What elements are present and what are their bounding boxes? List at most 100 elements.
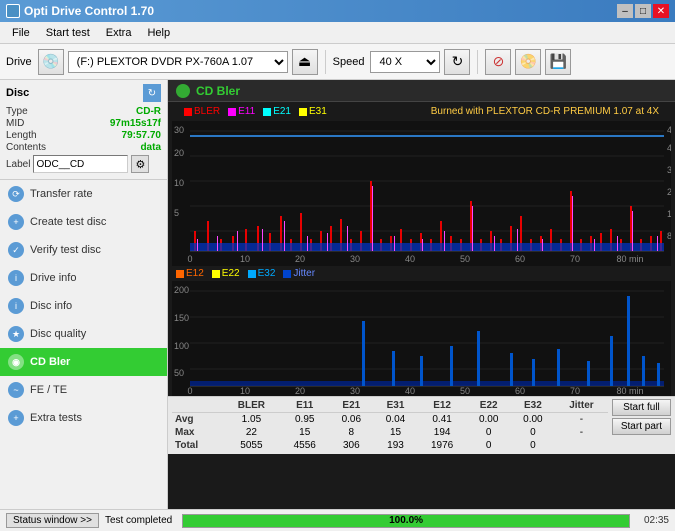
disc-label-input[interactable]	[33, 155, 128, 173]
stats-total-e21: 306	[329, 439, 373, 452]
top-legend-bar: BLER E11 E21 E31 Burned with PLEXTOR CD-…	[168, 102, 675, 121]
legend-e12-label: E12	[186, 268, 204, 279]
legend-e32-dot	[248, 270, 256, 278]
disc-label-settings[interactable]: ⚙	[131, 155, 149, 173]
svg-text:80 min: 80 min	[616, 386, 643, 396]
status-bar: Status window >> Test completed 100.0% 0…	[0, 509, 675, 531]
disc-refresh-icon[interactable]: ↻	[143, 84, 161, 102]
disc-quality-icon: ★	[8, 326, 24, 342]
legend-e31: E31	[299, 106, 327, 117]
verify-test-icon: ✓	[8, 242, 24, 258]
stats-actions: Start full Start part	[612, 399, 671, 452]
sidebar-item-fe-te[interactable]: ~ FE / TE	[0, 376, 167, 404]
title-bar: Opti Drive Control 1.70 – □ ✕	[0, 0, 675, 22]
status-window-button[interactable]: Status window >>	[6, 513, 99, 528]
menu-bar: File Start test Extra Help	[0, 22, 675, 44]
eject-button[interactable]: ⏏	[292, 49, 318, 75]
stats-max-e32: 0	[511, 426, 555, 439]
sidebar-item-create-test-label: Create test disc	[30, 216, 106, 228]
sidebar-item-verify-test-label: Verify test disc	[30, 244, 101, 256]
disc-label-key: Label	[6, 159, 30, 170]
menu-file[interactable]: File	[4, 25, 38, 41]
legend-bler-dot	[184, 108, 192, 116]
stats-total-e12: 1976	[418, 439, 467, 452]
svg-text:10: 10	[240, 254, 250, 264]
stats-col-e11: E11	[280, 399, 329, 413]
sidebar-item-transfer-rate[interactable]: ⟳ Transfer rate	[0, 180, 167, 208]
sidebar-item-disc-quality[interactable]: ★ Disc quality	[0, 320, 167, 348]
transfer-rate-icon: ⟳	[8, 186, 24, 202]
status-text: Test completed	[105, 515, 172, 526]
toolbar-sep-2	[477, 50, 478, 74]
svg-text:40: 40	[405, 386, 415, 396]
top-chart-wrapper: 48 X 40 X 32 X 24 X 16 X 8 X 30 20 10 5	[172, 121, 671, 266]
close-button[interactable]: ✕	[653, 4, 669, 18]
legend-e12-dot	[176, 270, 184, 278]
sidebar-item-create-test[interactable]: + Create test disc	[0, 208, 167, 236]
legend-bler-label: BLER	[194, 106, 220, 117]
sidebar-item-extra-tests[interactable]: + Extra tests	[0, 404, 167, 432]
svg-text:5: 5	[174, 208, 179, 218]
stats-max-bler: 22	[223, 426, 281, 439]
save-button[interactable]: 💾	[545, 49, 571, 75]
drive-info-icon: i	[8, 270, 24, 286]
maximize-button[interactable]: □	[635, 4, 651, 18]
disc-row-length: Length 79:57.70	[6, 130, 161, 141]
refresh-button[interactable]: ↻	[444, 49, 470, 75]
speed-select[interactable]: 40 X	[370, 51, 440, 73]
sidebar-item-cd-bler[interactable]: ◉ CD Bler	[0, 348, 167, 376]
legend-e12: E12	[176, 268, 204, 279]
disc-type-val: CD-R	[136, 106, 161, 117]
stats-col-e31: E31	[373, 399, 417, 413]
svg-text:10: 10	[240, 386, 250, 396]
sidebar-item-drive-info[interactable]: i Drive info	[0, 264, 167, 292]
toolbar: Drive 💿 (F:) PLEXTOR DVDR PX-760A 1.07 ⏏…	[0, 44, 675, 80]
stats-table: BLER E11 E21 E31 E12 E22 E32 Jitter Avg	[172, 399, 608, 452]
legend-e21-dot	[263, 108, 271, 116]
drive-select[interactable]: (F:) PLEXTOR DVDR PX-760A 1.07	[68, 51, 288, 73]
app-title: Opti Drive Control 1.70	[24, 4, 154, 18]
legend-bler: BLER	[184, 106, 220, 117]
stats-col-bler: BLER	[223, 399, 281, 413]
disc-mid-val: 97m15s17f	[110, 118, 161, 129]
sidebar-item-disc-info[interactable]: i Disc info	[0, 292, 167, 320]
svg-text:16 X: 16 X	[667, 209, 671, 219]
stats-total-e31: 193	[373, 439, 417, 452]
legend-e21: E21	[263, 106, 291, 117]
stats-col-jitter: Jitter	[555, 399, 608, 413]
disc-mid-key: MID	[6, 118, 24, 129]
progress-text: 100.0%	[183, 515, 629, 527]
main-area: Disc ↻ Type CD-R MID 97m15s17f Length 79…	[0, 80, 675, 509]
erase-button[interactable]: ⊘	[485, 49, 511, 75]
stats-row-avg: Avg 1.05 0.95 0.06 0.04 0.41 0.00 0.00 -	[172, 413, 608, 427]
legend-e11: E11	[228, 106, 255, 117]
sidebar-item-extra-tests-label: Extra tests	[30, 412, 82, 424]
legend-e22: E22	[212, 268, 240, 279]
disc-type-key: Type	[6, 106, 28, 117]
create-test-icon: +	[8, 214, 24, 230]
disc-length-val: 79:57.70	[122, 130, 161, 141]
svg-text:8 X: 8 X	[667, 231, 671, 241]
start-full-button[interactable]: Start full	[612, 399, 671, 416]
sidebar-item-cd-bler-label: CD Bler	[30, 356, 70, 368]
svg-text:48 X: 48 X	[667, 125, 671, 135]
svg-text:20: 20	[295, 254, 305, 264]
disc-info-button[interactable]: 📀	[515, 49, 541, 75]
stats-avg-bler: 1.05	[223, 413, 281, 427]
stats-col-empty	[172, 399, 223, 413]
svg-text:24 X: 24 X	[667, 187, 671, 197]
menu-extra[interactable]: Extra	[98, 25, 140, 41]
minimize-button[interactable]: –	[617, 4, 633, 18]
svg-text:50: 50	[460, 254, 470, 264]
sidebar-item-fe-te-label: FE / TE	[30, 384, 67, 396]
menu-start-test[interactable]: Start test	[38, 25, 98, 41]
disc-length-key: Length	[6, 130, 37, 141]
stats-avg-e12: 0.41	[418, 413, 467, 427]
svg-text:30: 30	[174, 125, 184, 135]
start-part-button[interactable]: Start part	[612, 418, 671, 435]
sidebar-item-verify-test[interactable]: ✓ Verify test disc	[0, 236, 167, 264]
drive-icon: 💿	[38, 49, 64, 75]
menu-help[interactable]: Help	[139, 25, 178, 41]
svg-text:30: 30	[350, 254, 360, 264]
toolbar-sep-1	[325, 50, 326, 74]
